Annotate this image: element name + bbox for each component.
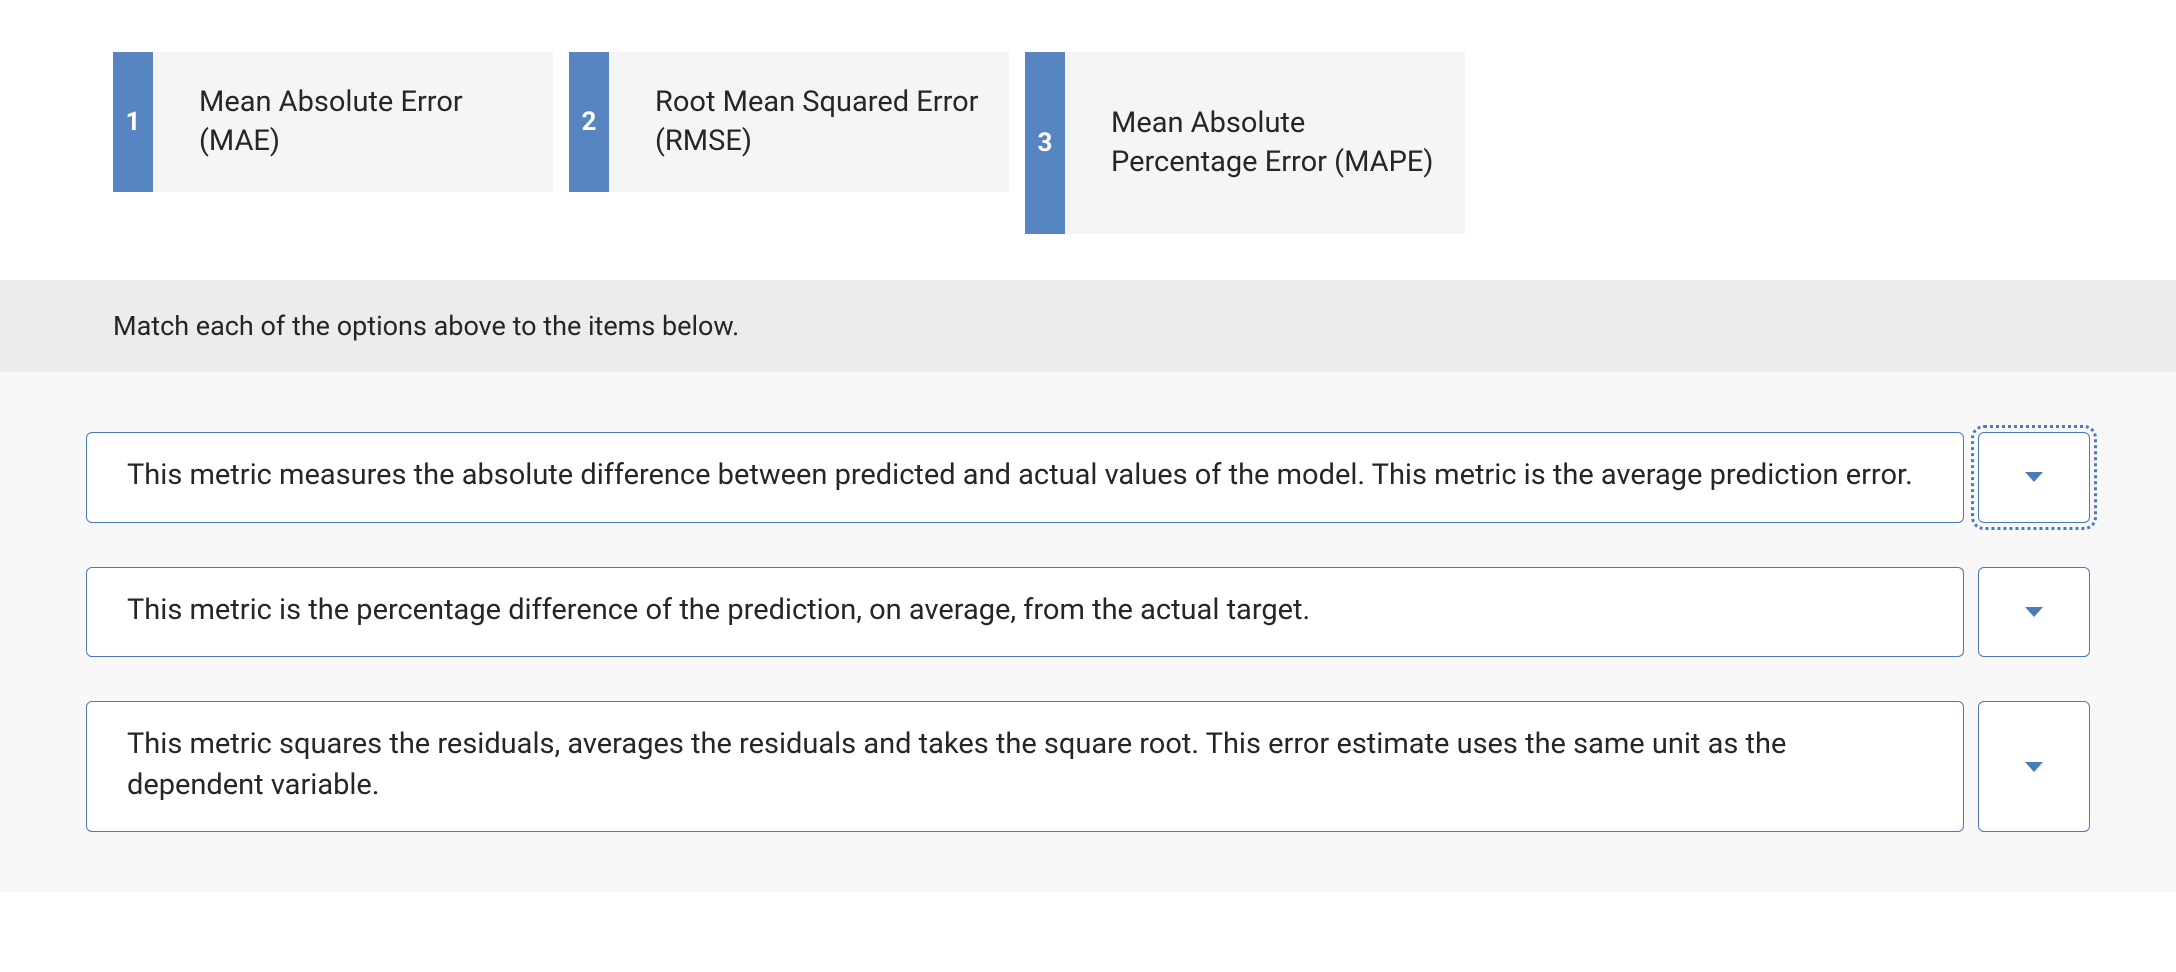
- item-description: This metric is the percentage difference…: [86, 567, 1964, 658]
- matching-question: 1 Mean Absolute Error (MAE) 2 Root Mean …: [0, 0, 2176, 892]
- option-number: 1: [113, 52, 153, 192]
- instruction-text: Match each of the options above to the i…: [0, 280, 2176, 372]
- options-row: 1 Mean Absolute Error (MAE) 2 Root Mean …: [0, 0, 2176, 234]
- option-label: Mean Absolute Error (MAE): [153, 52, 553, 192]
- item-dropdown[interactable]: [1978, 701, 2090, 832]
- option-card-2[interactable]: 2 Root Mean Squared Error (RMSE): [569, 52, 1009, 192]
- caret-down-icon: [2025, 472, 2043, 482]
- option-number: 2: [569, 52, 609, 192]
- item-row: This metric measures the absolute differ…: [86, 432, 2090, 523]
- option-number: 3: [1025, 52, 1065, 234]
- item-row: This metric squares the residuals, avera…: [86, 701, 2090, 832]
- item-dropdown[interactable]: [1978, 567, 2090, 658]
- option-label: Mean Absolute Percentage Error (MAPE): [1065, 52, 1465, 234]
- items-area: This metric measures the absolute differ…: [0, 372, 2176, 892]
- option-card-1[interactable]: 1 Mean Absolute Error (MAE): [113, 52, 553, 192]
- option-card-3[interactable]: 3 Mean Absolute Percentage Error (MAPE): [1025, 52, 1465, 234]
- item-row: This metric is the percentage difference…: [86, 567, 2090, 658]
- caret-down-icon: [2025, 607, 2043, 617]
- item-description: This metric measures the absolute differ…: [86, 432, 1964, 523]
- item-description: This metric squares the residuals, avera…: [86, 701, 1964, 832]
- caret-down-icon: [2025, 762, 2043, 772]
- option-label: Root Mean Squared Error (RMSE): [609, 52, 1009, 192]
- item-dropdown[interactable]: [1978, 432, 2090, 523]
